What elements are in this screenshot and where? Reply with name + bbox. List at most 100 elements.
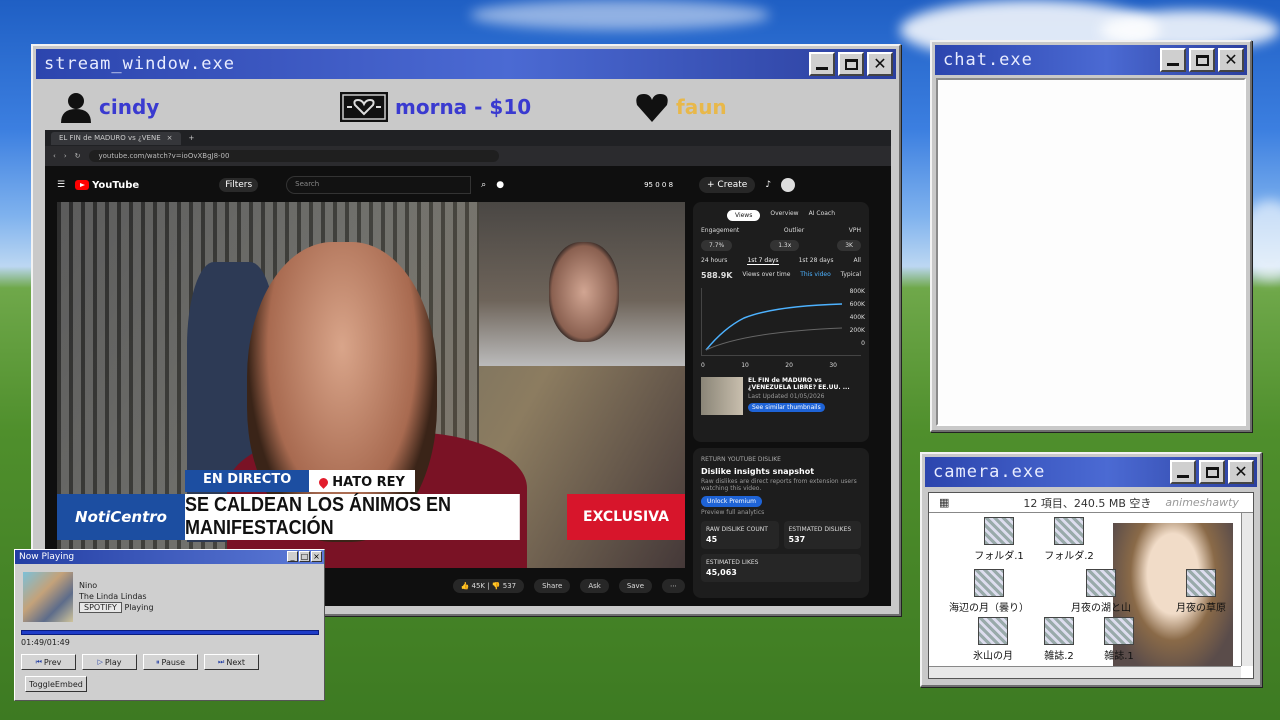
share-button[interactable]: Share <box>534 579 571 593</box>
donor-name: cindy <box>99 95 160 119</box>
video-player[interactable]: EN DIRECTO HATO REY NotiCentro SE CALDEA… <box>57 202 685 568</box>
tab-views[interactable]: Views <box>726 210 761 221</box>
folder-item[interactable]: フォルダ.2 <box>1029 517 1109 562</box>
play-button[interactable]: ▷ Play <box>82 654 137 670</box>
source-badge: SPOTIFY <box>79 602 122 613</box>
video-thumbnail[interactable] <box>701 377 744 415</box>
window-title: stream_window.exe <box>44 54 235 74</box>
image-item[interactable]: 月夜の湖と山 <box>1061 569 1141 614</box>
play-state: Playing <box>124 603 154 612</box>
bell-icon[interactable]: ♪ <box>765 180 771 190</box>
chat-area[interactable] <box>936 78 1246 426</box>
now-playing-titlebar[interactable]: Now Playing _ □ × <box>15 550 324 564</box>
minimize-button[interactable] <box>1160 48 1186 72</box>
close-button[interactable]: ✕ <box>867 52 893 76</box>
like-button[interactable]: 👍 45K | 👎 537 <box>452 579 525 593</box>
y-tick: 800K <box>849 288 865 295</box>
vertical-scrollbar[interactable] <box>1241 513 1253 666</box>
back-icon[interactable]: ‹ <box>53 152 56 160</box>
donor-morna: morna - $10 <box>339 91 531 123</box>
maximize-icon <box>1205 466 1219 478</box>
preview-link[interactable]: Preview full analytics <box>701 509 861 516</box>
minimize-button[interactable] <box>809 52 835 76</box>
finder-view: ▦ 12 項目、240.5 MB 空き animeshawty フォルダ.1 フ… <box>928 492 1254 679</box>
ask-button[interactable]: Ask <box>580 579 609 593</box>
youtube-header: ☰ YouTube Filters Search ⌕ ● 95 0 0 8 + … <box>45 166 891 204</box>
tab-overview[interactable]: Overview <box>770 210 798 221</box>
news-brand: NotiCentro <box>57 494 185 540</box>
youtube-logo[interactable]: YouTube <box>75 180 139 191</box>
raw-dislike-box: RAW DISLIKE COUNT 45 <box>701 521 779 549</box>
search-icon[interactable]: ⌕ <box>481 180 486 190</box>
camera-titlebar[interactable]: camera.exe ✕ <box>925 457 1257 487</box>
watermark: animeshawty <box>1165 496 1239 509</box>
chat-titlebar[interactable]: chat.exe ✕ <box>935 45 1247 75</box>
location-pin-icon <box>317 475 331 489</box>
document-item[interactable]: 雑誌.1 <box>1079 617 1159 662</box>
range-all[interactable]: All <box>854 257 861 265</box>
progress-bar[interactable] <box>21 630 319 635</box>
range-7d[interactable]: 1st 7 days <box>747 257 779 265</box>
views-dropdown[interactable]: Views over time <box>742 271 790 280</box>
streamer-webcam <box>479 202 685 366</box>
avatar[interactable] <box>781 178 796 192</box>
unlock-premium-button[interactable]: Unlock Premium <box>701 496 762 507</box>
range-24h[interactable]: 24 hours <box>701 257 727 265</box>
artist-name: The Linda Lindas <box>79 592 147 601</box>
pause-icon: ⏸ <box>155 657 160 666</box>
search-input[interactable]: Search <box>286 176 472 194</box>
new-tab-icon[interactable]: + <box>189 134 195 142</box>
heart-badge-icon <box>340 92 388 122</box>
estimated-likes-box: ESTIMATED LIKES 45,063 <box>701 554 861 582</box>
create-button[interactable]: + Create <box>699 177 756 193</box>
webcam-figure <box>549 242 619 342</box>
dislike-panel: RETURN YOUTUBE DISLIKE Dislike insights … <box>693 448 869 598</box>
mic-icon[interactable]: ● <box>496 180 504 190</box>
pause-button[interactable]: ⏸ Pause <box>143 654 198 670</box>
menu-icon[interactable]: ☰ <box>57 180 65 190</box>
folder-item[interactable]: フォルダ.1 <box>959 517 1039 562</box>
tab-ai-coach[interactable]: AI Coach <box>809 210 835 221</box>
next-button[interactable]: ⏭ Next <box>204 654 259 670</box>
similar-thumbnails-button[interactable]: See similar thumbnails <box>748 403 825 412</box>
reload-icon[interactable]: ↻ <box>75 152 81 160</box>
play-icon: ▷ <box>97 658 103 666</box>
minimize-button[interactable] <box>1170 460 1196 484</box>
raw-dislike-value: 45 <box>706 535 718 544</box>
close-button[interactable]: ✕ <box>1218 48 1244 72</box>
legend-typical: Typical <box>840 271 861 278</box>
browser-tab[interactable]: EL FIN de MADURO vs ¿VENE × <box>51 131 181 145</box>
maximize-button[interactable] <box>838 52 864 76</box>
close-button[interactable]: × <box>311 551 322 562</box>
window-title: chat.exe <box>943 50 1033 70</box>
image-icon <box>978 617 1008 645</box>
donor-name: morna - $10 <box>395 95 532 119</box>
news-headline: SE CALDEAN LOS ÁNIMOS EN MANIFESTACIÓN <box>185 494 520 540</box>
tab-close-icon[interactable]: × <box>167 134 173 142</box>
donor-faun: faun <box>634 91 727 123</box>
prev-button[interactable]: ⏮ Prev <box>21 654 76 670</box>
close-button[interactable]: ✕ <box>1228 460 1254 484</box>
maximize-button[interactable]: □ <box>299 551 310 562</box>
minimize-button[interactable]: _ <box>287 551 298 562</box>
maximize-button[interactable] <box>1199 460 1225 484</box>
range-28d[interactable]: 1st 28 days <box>799 257 834 265</box>
horizontal-scrollbar[interactable] <box>929 666 1241 678</box>
close-icon: ✕ <box>873 54 887 73</box>
stream-window-titlebar[interactable]: stream_window.exe ✕ <box>36 49 896 79</box>
video-title: EL FIN de MADURO vs ¿VENEZUELA LIBRE? EE… <box>748 377 850 391</box>
save-button[interactable]: Save <box>618 579 652 593</box>
camera-window: camera.exe ✕ ▦ 12 項目、240.5 MB 空き animesh… <box>920 452 1262 687</box>
finder-header: ▦ 12 項目、240.5 MB 空き animeshawty <box>929 493 1253 513</box>
forward-icon[interactable]: › <box>64 152 67 160</box>
url-bar[interactable]: youtube.com/watch?v=ioOvXBgJ8-00 <box>88 150 499 162</box>
last-updated: Last Updated 01/05/2026 <box>748 393 825 400</box>
document-icon <box>1044 617 1074 645</box>
y-tick: 600K <box>849 301 865 308</box>
toggle-embed-button[interactable]: ToggleEmbed <box>25 676 87 692</box>
image-item[interactable]: 海辺の月（曇り） <box>949 569 1029 614</box>
more-icon[interactable]: ⋯ <box>662 579 685 593</box>
filters-button[interactable]: Filters <box>219 178 259 192</box>
image-item[interactable]: 月夜の草原 <box>1161 569 1241 614</box>
maximize-button[interactable] <box>1189 48 1215 72</box>
